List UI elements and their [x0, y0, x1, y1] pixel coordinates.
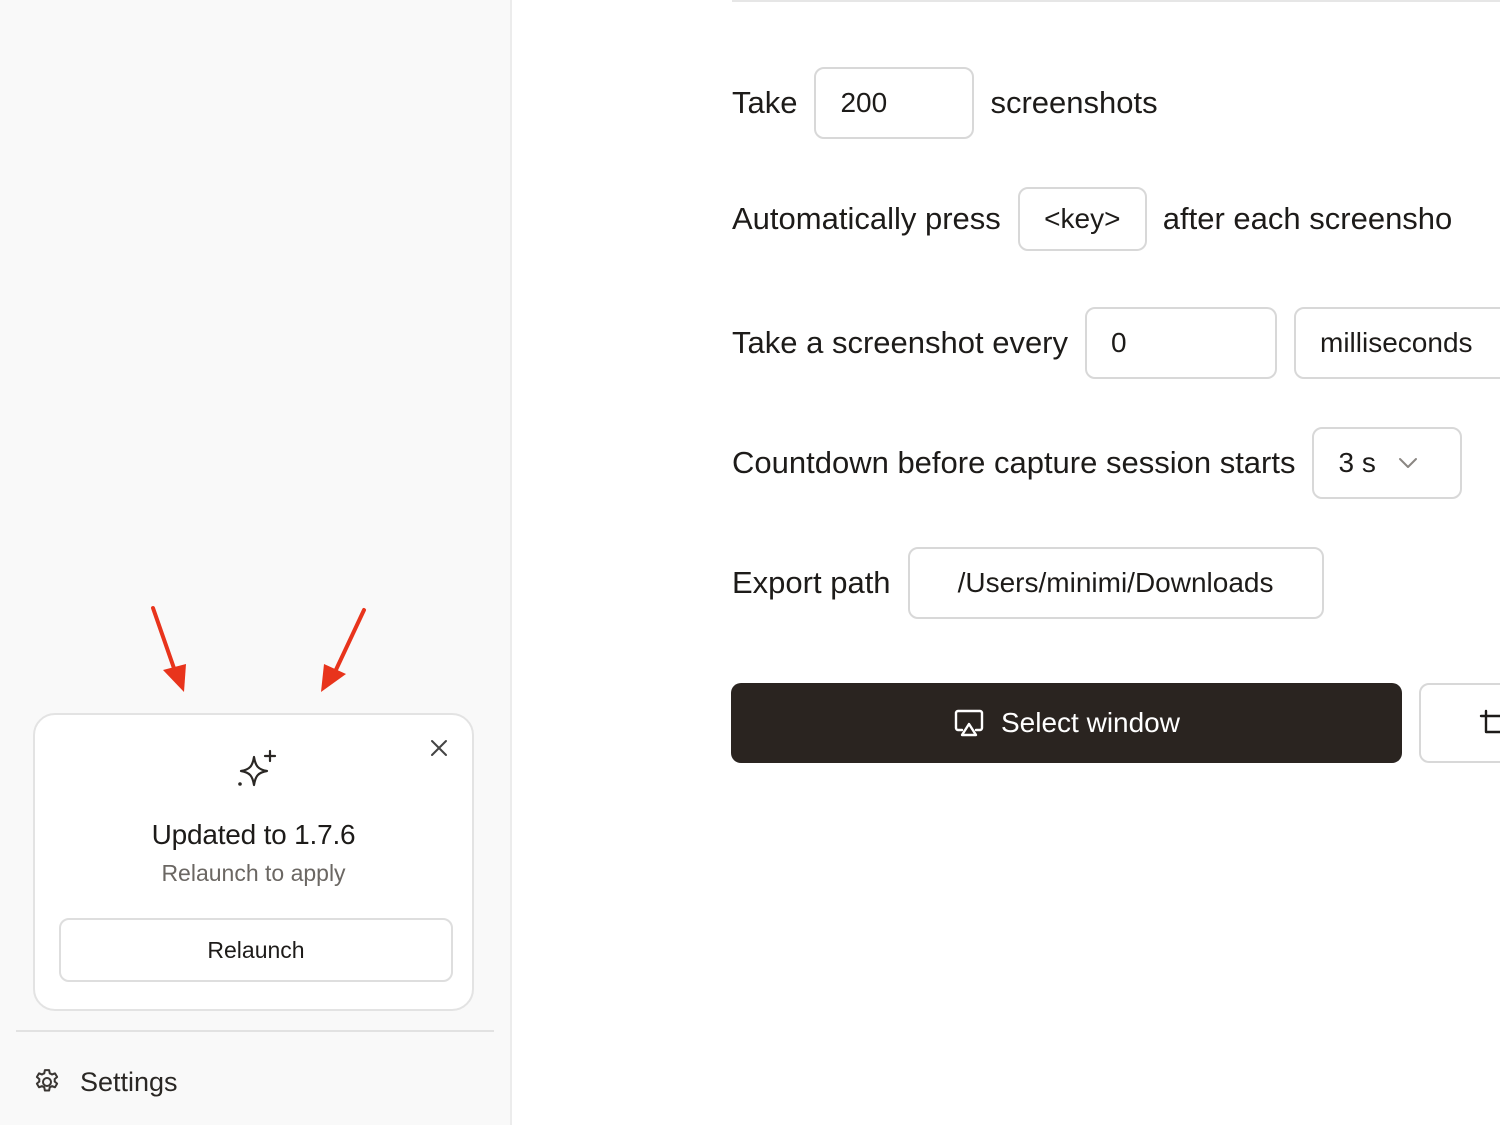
- update-card: Updated to 1.7.6 Relaunch to apply Relau…: [33, 713, 474, 1011]
- app-window: Updated to 1.7.6 Relaunch to apply Relau…: [0, 0, 1500, 1125]
- update-title: Updated to 1.7.6: [151, 819, 356, 850]
- crop-icon: [1479, 709, 1500, 734]
- countdown-select[interactable]: 3 s: [1312, 427, 1463, 499]
- countdown-label: Countdown before capture session starts: [732, 445, 1296, 480]
- annotation-arrow-left: [151, 606, 186, 692]
- count-suffix: screenshots: [990, 85, 1158, 120]
- top-divider: [732, 0, 1500, 2]
- interval-unit-select[interactable]: milliseconds: [1294, 307, 1500, 379]
- select-window-label: Select window: [1001, 707, 1180, 738]
- key-capture-button[interactable]: <key>: [1017, 187, 1147, 251]
- relaunch-button[interactable]: Relaunch: [59, 918, 453, 982]
- settings-label: Settings: [80, 1066, 178, 1097]
- airplay-screen-icon: [954, 709, 984, 737]
- interval-row: Take a screenshot every milliseconds: [732, 307, 1500, 379]
- select-window-button[interactable]: Select window: [731, 683, 1402, 763]
- interval-input[interactable]: [1085, 307, 1278, 379]
- update-subtitle: Relaunch to apply: [161, 860, 346, 886]
- chevron-down-icon: [1398, 458, 1417, 468]
- countdown-row: Countdown before capture session starts …: [732, 427, 1463, 499]
- gear-icon: [35, 1069, 59, 1092]
- export-label: Export path: [732, 565, 891, 600]
- sparkle-icon: [238, 749, 277, 787]
- select-area-button[interactable]: [1419, 683, 1500, 763]
- interval-prefix: Take a screenshot every: [732, 325, 1069, 360]
- close-icon[interactable]: [428, 737, 450, 759]
- export-path-row: Export path /Users/minimi/Downloads: [732, 547, 1324, 619]
- auto-key-row: Automatically press <key> after each scr…: [732, 187, 1452, 251]
- countdown-selected-value: 3 s: [1338, 447, 1376, 478]
- screenshot-count-input[interactable]: [814, 67, 975, 139]
- sidebar-divider: [16, 1030, 494, 1032]
- key-suffix: after each screensho: [1162, 201, 1453, 236]
- annotation-arrow-right: [321, 608, 366, 692]
- count-prefix: Take: [732, 85, 798, 120]
- export-path-button[interactable]: /Users/minimi/Downloads: [907, 547, 1324, 619]
- screenshot-count-row: Take screenshots: [732, 67, 1158, 139]
- key-prefix: Automatically press: [732, 201, 1001, 236]
- sidebar-item-settings[interactable]: Settings: [32, 1062, 178, 1102]
- sidebar: Updated to 1.7.6 Relaunch to apply Relau…: [0, 0, 512, 1125]
